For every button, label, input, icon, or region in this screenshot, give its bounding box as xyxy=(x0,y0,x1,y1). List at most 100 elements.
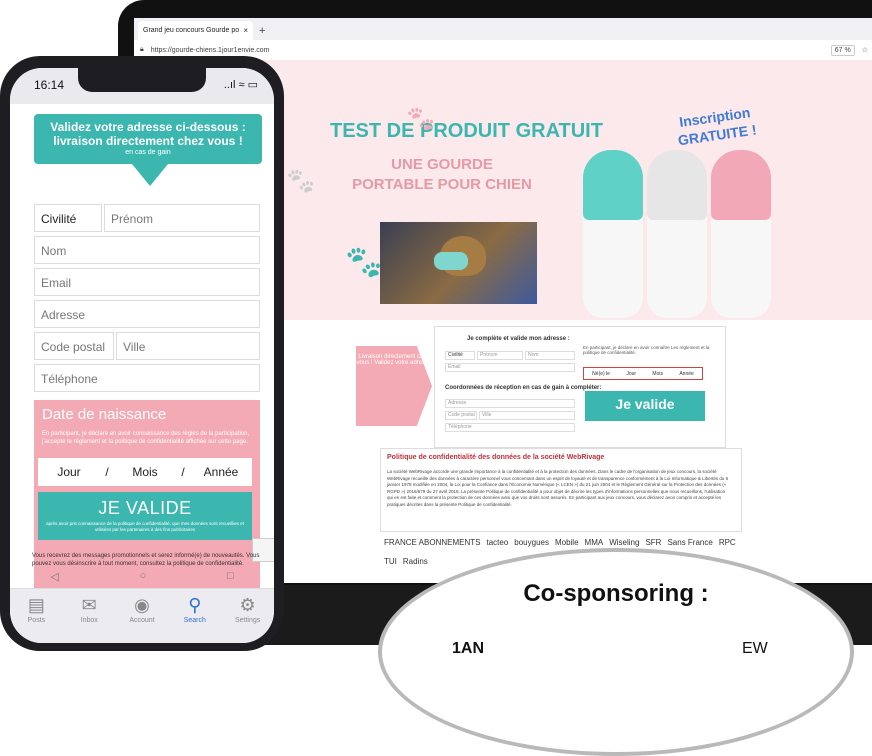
tab-search[interactable]: ⚲ Search xyxy=(168,589,221,643)
telephone-input[interactable]: Téléphone xyxy=(445,423,575,432)
delivery-arrow: Livraison directement chez vous ! Valide… xyxy=(356,346,432,426)
sponsor-logo: EW xyxy=(742,640,768,657)
browser-tab[interactable]: Grand jeu concours Gourde po × xyxy=(138,21,253,40)
bottle-white xyxy=(647,150,707,318)
birthdate-row[interactable]: Né(e) le Jour Mois Année xyxy=(583,367,703,380)
privacy-text: La société WebRivage accorde une grande … xyxy=(387,469,729,507)
close-icon[interactable]: × xyxy=(243,26,248,35)
civilite-select[interactable]: Civilité xyxy=(445,351,475,360)
partner-logo: Wiseling xyxy=(609,538,640,547)
gear-icon: ⚙ xyxy=(239,595,256,615)
cosponsoring-panel: Co-sponsoring : 1AN EW xyxy=(378,548,854,756)
date-separator: / xyxy=(105,465,109,479)
phone-notch xyxy=(78,68,206,92)
recent-apps-icon[interactable]: □ xyxy=(227,570,234,588)
legal-text: En participant, je déclare en avoir conn… xyxy=(583,345,710,355)
validate-button[interactable]: Je valide xyxy=(585,391,705,421)
tab-settings[interactable]: ⚙ Settings xyxy=(221,589,274,643)
cosponsoring-title: Co-sponsoring : xyxy=(523,580,709,607)
account-icon: ◉ xyxy=(134,595,150,615)
address-form: Je complète et valide mon adresse : Civi… xyxy=(434,326,726,448)
tab-account[interactable]: ◉ Account xyxy=(116,589,169,643)
delivery-banner: Validez votre adresse ci-dessous : livra… xyxy=(34,114,262,164)
back-icon[interactable]: ◁ xyxy=(50,570,58,588)
zoom-level[interactable]: 67 % xyxy=(830,44,855,56)
posts-icon: ▤ xyxy=(27,595,45,615)
bottom-tab-bar: ▤ Posts ✉ Inbox ◉ Account ⚲ Search ⚙ Set… xyxy=(10,588,274,643)
status-icons: ..ıl ≈ ▭ xyxy=(223,79,258,91)
tab-label: Posts xyxy=(27,617,46,624)
month-select[interactable]: Mois xyxy=(652,371,663,377)
partner-logo: Radins xyxy=(402,557,428,566)
adresse-input[interactable]: Adresse xyxy=(34,300,260,328)
paw-icon: 🐾︎ xyxy=(284,166,318,196)
fine-print: Vous recevrez des messages promotionnels… xyxy=(32,553,260,567)
ville-input[interactable]: Ville xyxy=(116,332,260,360)
tab-label: Settings xyxy=(234,617,261,624)
tab-label: Search xyxy=(183,617,206,624)
search-icon: ⚲ xyxy=(188,595,202,615)
new-tab-button[interactable]: + xyxy=(253,25,271,40)
tab-label: Inbox xyxy=(80,617,98,624)
prenom-input[interactable]: Prénom xyxy=(477,351,523,360)
tab-title: Grand jeu concours Gourde po xyxy=(143,27,240,34)
prenom-input[interactable]: Prénom xyxy=(104,204,260,232)
android-nav: ◁ ○ □ xyxy=(10,570,274,588)
tab-label: Account xyxy=(129,617,155,624)
star-icon[interactable]: ☆ xyxy=(862,46,868,54)
url-text[interactable]: https://gourde-chiens.1jour1envie.com xyxy=(151,47,824,54)
birthdate-description: En participant, je déclare en avoir conn… xyxy=(42,431,250,445)
banner-arrow xyxy=(132,164,168,186)
phone-screen: 16:14 ..ıl ≈ ▭ Validez votre adresse ci-… xyxy=(10,68,274,643)
page-title: TEST DE PRODUIT GRATUIT xyxy=(330,120,603,142)
validate-button[interactable]: JE VALIDE après avoir pris connaissance … xyxy=(38,492,252,540)
browser-tabbar: Grand jeu concours Gourde po × + xyxy=(134,18,872,40)
paw-icon: 🐾︎ xyxy=(404,104,438,134)
partner-logo: MMA xyxy=(584,538,604,547)
nom-input[interactable]: Nom xyxy=(34,236,260,264)
code-postal-input[interactable]: Code postal xyxy=(445,411,477,420)
validate-subtext: après avoir pris connaissance de la poli… xyxy=(46,521,244,532)
birthdate-title: Date de naissance xyxy=(42,406,167,423)
adresse-input[interactable]: Adresse xyxy=(445,399,575,408)
code-postal-input[interactable]: Code postal xyxy=(34,332,114,360)
partner-logo: Mobile xyxy=(554,538,579,547)
birthdate-label: Né(e) le xyxy=(592,370,610,377)
home-icon[interactable]: ○ xyxy=(140,570,147,588)
status-bar: 16:14 ..ıl ≈ ▭ xyxy=(10,68,274,104)
partner-logo: tacteo xyxy=(486,538,509,547)
privacy-policy: Politique de confidentialité des données… xyxy=(380,448,742,532)
day-select[interactable]: Jour xyxy=(626,371,636,377)
date-separator: / xyxy=(181,465,185,479)
privacy-title: Politique de confidentialité des données… xyxy=(387,454,605,461)
banner-subtext: en cas de gain xyxy=(125,149,171,156)
bottle-in-photo xyxy=(434,252,468,270)
bottle-pink xyxy=(711,150,771,318)
day-select[interactable]: Jour xyxy=(38,465,100,479)
banner-heading: Validez votre adresse ci-dessous : livra… xyxy=(50,120,246,148)
nom-input[interactable]: Nom xyxy=(525,351,575,360)
email-input[interactable]: Email xyxy=(34,268,260,296)
year-select[interactable]: Année xyxy=(190,465,252,479)
tab-posts[interactable]: ▤ Posts xyxy=(10,589,63,643)
partner-logo: TUI xyxy=(384,557,397,566)
year-select[interactable]: Année xyxy=(679,371,693,377)
tab-inbox[interactable]: ✉ Inbox xyxy=(63,589,116,643)
email-input[interactable]: Email xyxy=(445,363,575,372)
bottle-teal xyxy=(583,150,643,318)
sponsor-logo: 1AN xyxy=(452,640,485,657)
partner-logo: SFR xyxy=(645,538,662,547)
clock: 16:14 xyxy=(34,78,65,92)
birthdate-selector: Jour / Mois / Année xyxy=(38,458,252,486)
month-select[interactable]: Mois xyxy=(114,465,176,479)
validate-label: JE VALIDE xyxy=(98,498,192,518)
civilite-select[interactable]: Civilité xyxy=(34,204,102,232)
telephone-input[interactable]: Téléphone xyxy=(34,364,260,392)
partner-logo: RPC xyxy=(718,538,736,547)
ville-input[interactable]: Ville xyxy=(479,411,575,420)
envelope-icon: ✉ xyxy=(81,595,97,615)
partner-logo: Sans France xyxy=(667,538,713,547)
lock-icon: 🔒︎ xyxy=(140,46,144,53)
paw-icon: 🐾︎ xyxy=(342,244,386,282)
inscription-badge: Inscription GRATUITE ! xyxy=(676,104,758,149)
